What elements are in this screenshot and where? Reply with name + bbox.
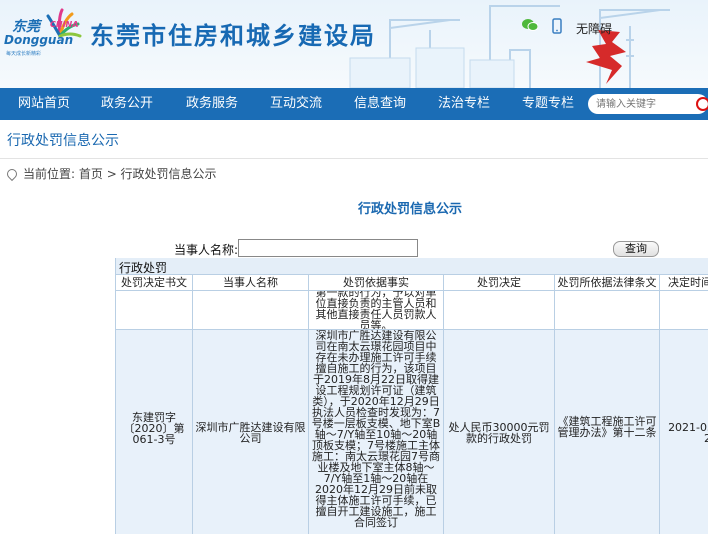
accessibility-link[interactable]: 无障碍 xyxy=(576,20,612,37)
nav-item-rule-of-law[interactable]: 法治专栏 xyxy=(438,88,490,120)
cell-law: 《建筑工程施工许可管理办法》第十二条 xyxy=(555,330,660,534)
cell-party: 深圳市广胜达建设有限公司 xyxy=(193,330,309,534)
page-title: 行政处罚信息公示 xyxy=(7,133,119,149)
cell-decision xyxy=(444,291,555,330)
col-header-date: 决定时间 xyxy=(660,275,708,291)
party-name-input[interactable] xyxy=(238,239,418,257)
cell-doc-no-text: 东建罚字〔2020〕第061-3号 xyxy=(123,411,185,446)
search-icon[interactable] xyxy=(696,97,708,111)
cell-law-text: 《建筑工程施工许可管理办法》第十二条 xyxy=(557,415,657,439)
table-caption-text: 行政处罚 xyxy=(119,261,168,275)
logo-en-text: Dongguan xyxy=(4,33,74,47)
section-title: 行政处罚信息公示 xyxy=(358,202,463,217)
site-search xyxy=(588,94,708,114)
cell-date xyxy=(660,291,708,330)
dongguan-logo[interactable]: 东莞 CHINA Dongguan 每天成长新精彩 xyxy=(2,6,86,60)
cell-law xyxy=(555,291,660,330)
cell-party xyxy=(193,291,309,330)
logo-slogan: 每天成长新精彩 xyxy=(6,51,42,57)
col-header-decision: 处罚决定 xyxy=(444,275,555,291)
cell-facts-text: 深圳市广胜达建设有限公司在南太云璟花园项目中存在未办理施工许可手续擅自施工的行为… xyxy=(311,330,441,529)
cell-date-text: 2021-03-25 xyxy=(668,421,708,444)
mobile-icon[interactable] xyxy=(552,18,562,37)
nav-item-gov-affairs[interactable]: 政务公开 xyxy=(101,88,153,120)
nav-item-home[interactable]: 网站首页 xyxy=(18,88,70,120)
cranes-background-icon xyxy=(349,5,670,88)
nav-item-services[interactable]: 政务服务 xyxy=(186,88,238,120)
party-name-label: 当事人名称: xyxy=(174,243,239,257)
site-header: 东莞 CHINA Dongguan 每天成长新精彩 东莞市住房和城乡建设局 无障… xyxy=(0,0,708,88)
col-header-doc-no: 处罚决定书文 xyxy=(116,275,193,291)
cell-decision-text: 处人民币30000元罚款的行政处罚 xyxy=(448,421,550,445)
cell-party-text: 深圳市广胜达建设有限公司 xyxy=(195,421,306,445)
cell-doc-no xyxy=(116,291,193,330)
search-input[interactable] xyxy=(594,94,698,114)
divider xyxy=(0,158,708,159)
query-button[interactable]: 查询 xyxy=(613,241,659,257)
table-caption: 行政处罚 xyxy=(116,258,708,275)
col-header-facts: 处罚依据事实 xyxy=(309,275,444,291)
cell-decision: 处人民币30000元罚款的行政处罚 xyxy=(444,330,555,534)
nav-item-info-query[interactable]: 信息查询 xyxy=(354,88,406,120)
location-pin-icon xyxy=(4,166,20,182)
col-header-party: 当事人名称 xyxy=(193,275,309,291)
main-nav: 网站首页 政务公开 政务服务 互动交流 信息查询 法治专栏 专题专栏 xyxy=(0,88,708,120)
cell-doc-no: 东建罚字〔2020〕第061-3号 xyxy=(116,330,193,534)
breadcrumb-path[interactable]: 首页 > 行政处罚信息公示 xyxy=(79,167,217,181)
wechat-icon[interactable] xyxy=(522,18,539,35)
cell-facts: 深圳市广胜达建设有限公司在南太云璟花园项目中存在未办理施工许可手续擅自施工的行为… xyxy=(309,330,444,534)
penalty-table: 行政处罚 处罚决定书文 当事人名称 处罚依据事实 处罚决定 处罚所依据法律条文 … xyxy=(115,258,708,534)
breadcrumb-prefix: 当前位置: xyxy=(23,167,76,181)
cell-facts: 第一款的行为，予以对单位直接负责的主管人员和其他直接责任人员罚款人员等。 xyxy=(309,291,444,330)
cell-date: 2021-03-25 xyxy=(660,330,708,534)
red-emblem-icon xyxy=(586,30,626,84)
logo-china-text: CHINA xyxy=(50,20,79,29)
cell-facts-text: 第一款的行为，予以对单位直接负责的主管人员和其他直接责任人员罚款人员等。 xyxy=(315,291,437,330)
nav-item-special[interactable]: 专题专栏 xyxy=(522,88,574,120)
breadcrumb: 当前位置: 首页 > 行政处罚信息公示 xyxy=(4,165,217,182)
nav-item-interaction[interactable]: 互动交流 xyxy=(270,88,322,120)
col-header-law: 处罚所依据法律条文 xyxy=(555,275,660,291)
